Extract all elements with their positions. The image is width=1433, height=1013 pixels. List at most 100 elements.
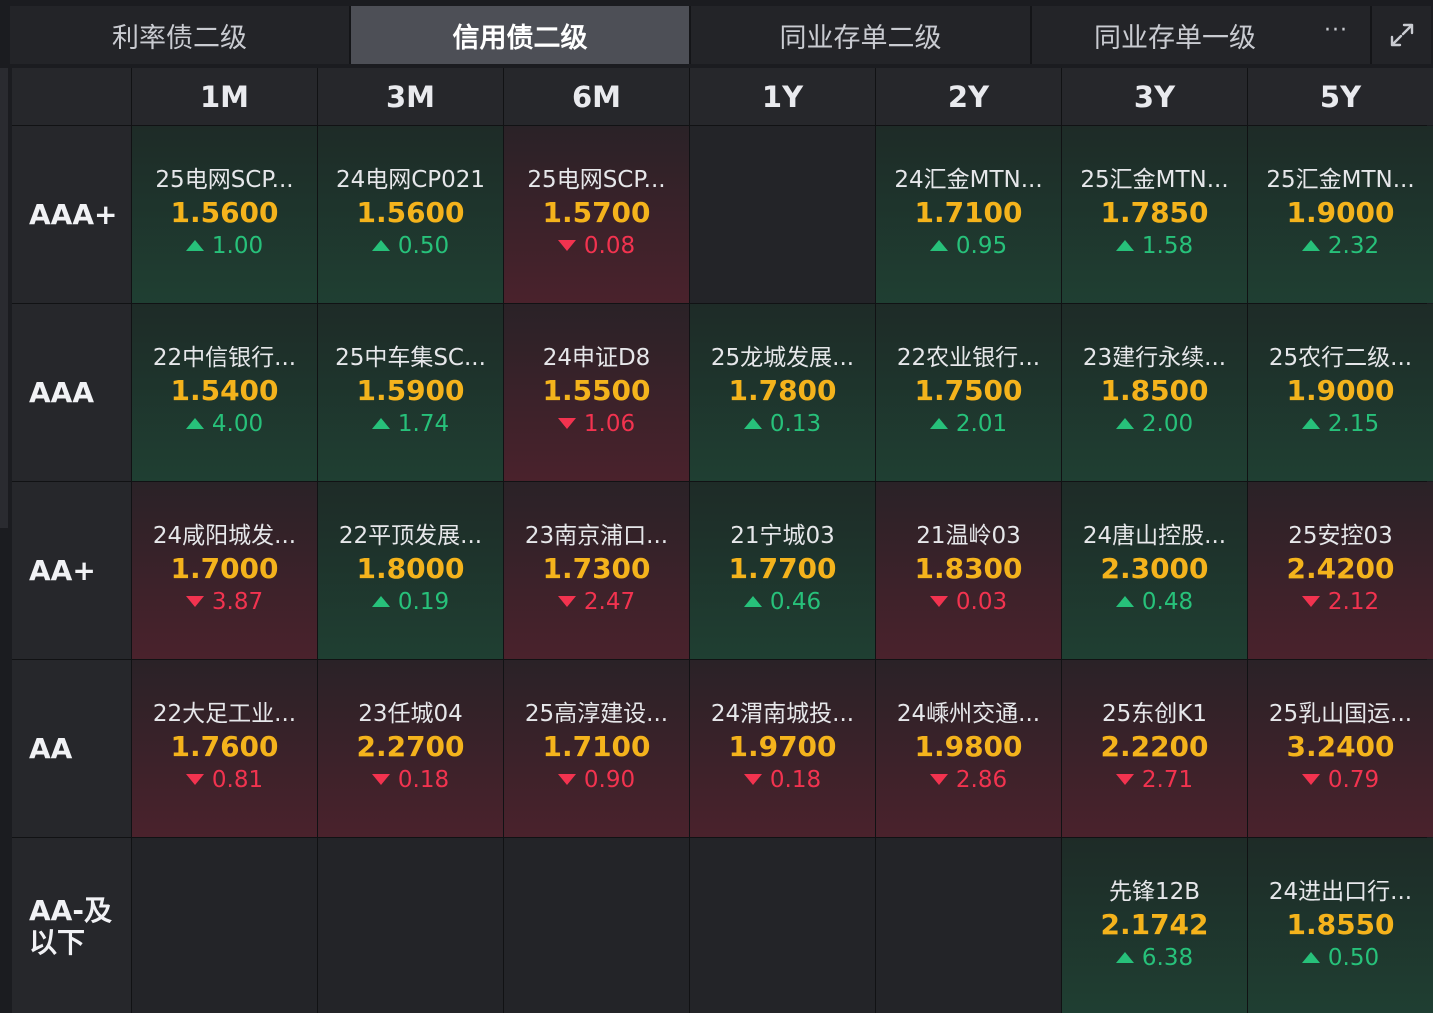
- tab-ncd-secondary[interactable]: 同业存单二级: [691, 6, 1032, 64]
- empty-cell: [504, 838, 689, 1013]
- empty-cell: [876, 838, 1061, 1013]
- bond-cell[interactable]: 24唐山控股... 2.3000 0.48: [1062, 482, 1247, 659]
- bond-cell[interactable]: 23任城04 2.2700 0.18: [318, 660, 503, 837]
- yield-change-value: 2.32: [1327, 232, 1380, 259]
- bond-cell[interactable]: 23建行永续... 1.8500 2.00: [1062, 304, 1247, 481]
- rating-label: AAA+: [12, 126, 131, 303]
- bond-cell[interactable]: 25中车集SC... 1.5900 1.74: [318, 304, 503, 481]
- bond-cell[interactable]: 25乳山国运... 3.2400 0.79: [1248, 660, 1433, 837]
- yield-change-value: 4.00: [211, 410, 264, 437]
- bond-cell[interactable]: 24嵊州交通... 1.9800 2.86: [876, 660, 1061, 837]
- yield-change-value: 3.87: [211, 588, 264, 615]
- bond-name: 先锋12B: [1108, 878, 1201, 905]
- bond-cell[interactable]: 24汇金MTN... 1.7100 0.95: [876, 126, 1061, 303]
- yield-change: 0.46: [743, 586, 822, 618]
- yield-change: 2.12: [1301, 586, 1380, 618]
- yield-change-value: 0.48: [1141, 588, 1194, 615]
- bond-cell[interactable]: 23南京浦口... 1.7300 2.47: [504, 482, 689, 659]
- bond-cell[interactable]: 24咸阳城发... 1.7000 3.87: [132, 482, 317, 659]
- bond-yield: 1.7000: [170, 551, 279, 585]
- bond-cell[interactable]: 25安控03 2.4200 2.12: [1248, 482, 1433, 659]
- yield-change-value: 0.08: [583, 232, 636, 259]
- bond-cell[interactable]: 25龙城发展... 1.7800 0.13: [690, 304, 875, 481]
- triangle-down-icon: [929, 596, 948, 607]
- bond-yield: 1.5600: [356, 195, 465, 229]
- triangle-up-icon: [1115, 596, 1134, 607]
- bond-cell[interactable]: 25电网SCP... 1.5600 1.00: [132, 126, 317, 303]
- triangle-down-icon: [557, 418, 576, 429]
- bond-name: 24咸阳城发...: [152, 522, 297, 549]
- bond-name: 25农行二级...: [1268, 344, 1413, 371]
- bond-cell[interactable]: 先锋12B 2.1742 6.38: [1062, 838, 1247, 1013]
- bond-name: 21温岭03: [916, 522, 1021, 549]
- yield-change: 2.15: [1301, 408, 1379, 440]
- bond-name: 24汇金MTN...: [894, 166, 1043, 193]
- bond-cell[interactable]: 25东创K1 2.2200 2.71: [1062, 660, 1247, 837]
- bond-cell[interactable]: 21宁城03 1.7700 0.46: [690, 482, 875, 659]
- tab-credit-bond-secondary[interactable]: 信用债二级: [351, 6, 691, 64]
- bond-yield: 2.2200: [1100, 729, 1209, 763]
- bond-yield: 1.5700: [542, 195, 651, 229]
- yield-change: 2.47: [557, 586, 635, 618]
- bond-yield: 1.5500: [542, 373, 651, 407]
- bond-yield: 2.2700: [356, 729, 465, 763]
- empty-cell: [690, 126, 875, 303]
- bond-name: 25汇金MTN...: [1080, 166, 1229, 193]
- column-header-1y: 1Y: [690, 68, 875, 125]
- bond-cell[interactable]: 21温岭03 1.8300 0.03: [876, 482, 1061, 659]
- triangle-up-icon: [929, 418, 948, 429]
- yield-change: 0.95: [929, 230, 1007, 262]
- yield-change: 1.74: [371, 408, 450, 440]
- bond-yield: 1.7300: [542, 551, 651, 585]
- bond-name: 25中车集SC...: [335, 344, 486, 371]
- bond-cell[interactable]: 25高淳建设... 1.7100 0.90: [504, 660, 689, 837]
- yield-change-value: 0.50: [1327, 944, 1380, 971]
- yield-change-value: 0.18: [769, 766, 822, 793]
- bond-yield: 1.7100: [914, 195, 1023, 229]
- bond-cell[interactable]: 25汇金MTN... 1.7850 1.58: [1062, 126, 1247, 303]
- bond-cell[interactable]: 24进出口行... 1.8550 0.50: [1248, 838, 1433, 1013]
- bond-yield: 1.5900: [356, 373, 465, 407]
- bond-name: 25电网SCP...: [155, 166, 294, 193]
- bond-cell[interactable]: 25农行二级... 1.9000 2.15: [1248, 304, 1433, 481]
- bond-name: 24申证D8: [542, 344, 651, 371]
- yield-change-value: 0.79: [1327, 766, 1380, 793]
- bond-name: 22中信银行...: [152, 344, 297, 371]
- tab-rate-bond-secondary[interactable]: 利率债二级: [10, 6, 351, 64]
- triangle-up-icon: [1115, 240, 1134, 251]
- bond-cell[interactable]: 22平顶发展... 1.8000 0.19: [318, 482, 503, 659]
- bond-name: 22大足工业...: [152, 700, 297, 727]
- bond-name: 25电网SCP...: [527, 166, 666, 193]
- bond-name: 24电网CP021: [335, 166, 486, 193]
- bond-name: 25汇金MTN...: [1266, 166, 1415, 193]
- tab-ncd-primary[interactable]: 同业存单一级 ···: [1032, 6, 1372, 64]
- yield-change-value: 2.12: [1327, 588, 1380, 615]
- bond-yield: 3.2400: [1286, 729, 1395, 763]
- triangle-up-icon: [371, 596, 390, 607]
- bond-cell[interactable]: 22大足工业... 1.7600 0.81: [132, 660, 317, 837]
- left-edge-strip: [0, 68, 8, 528]
- yield-change: 0.18: [743, 764, 822, 796]
- bond-yield: 1.7800: [728, 373, 837, 407]
- bond-cell[interactable]: 25汇金MTN... 1.9000 2.32: [1248, 126, 1433, 303]
- triangle-down-icon: [929, 774, 948, 785]
- bond-yield: 1.7700: [728, 551, 837, 585]
- bond-cell[interactable]: 22农业银行... 1.7500 2.01: [876, 304, 1061, 481]
- triangle-up-icon: [1115, 952, 1134, 963]
- yield-change: 1.00: [185, 230, 263, 262]
- bond-cell[interactable]: 24申证D8 1.5500 1.06: [504, 304, 689, 481]
- rating-label-line: 以下: [29, 925, 86, 959]
- bond-name: 24渭南城投...: [710, 700, 855, 727]
- yield-change-value: 0.46: [769, 588, 822, 615]
- bond-cell[interactable]: 24电网CP021 1.5600 0.50: [318, 126, 503, 303]
- triangle-down-icon: [743, 774, 762, 785]
- bond-cell[interactable]: 22中信银行... 1.5400 4.00: [132, 304, 317, 481]
- more-options-icon[interactable]: ···: [1324, 18, 1348, 43]
- yield-change: 1.58: [1115, 230, 1193, 262]
- bond-cell[interactable]: 24渭南城投... 1.9700 0.18: [690, 660, 875, 837]
- triangle-down-icon: [557, 774, 576, 785]
- yield-change-value: 1.74: [397, 410, 450, 437]
- expand-button[interactable]: [1372, 6, 1431, 64]
- bond-cell[interactable]: 25电网SCP... 1.5700 0.08: [504, 126, 689, 303]
- bond-name: 23建行永续...: [1082, 344, 1227, 371]
